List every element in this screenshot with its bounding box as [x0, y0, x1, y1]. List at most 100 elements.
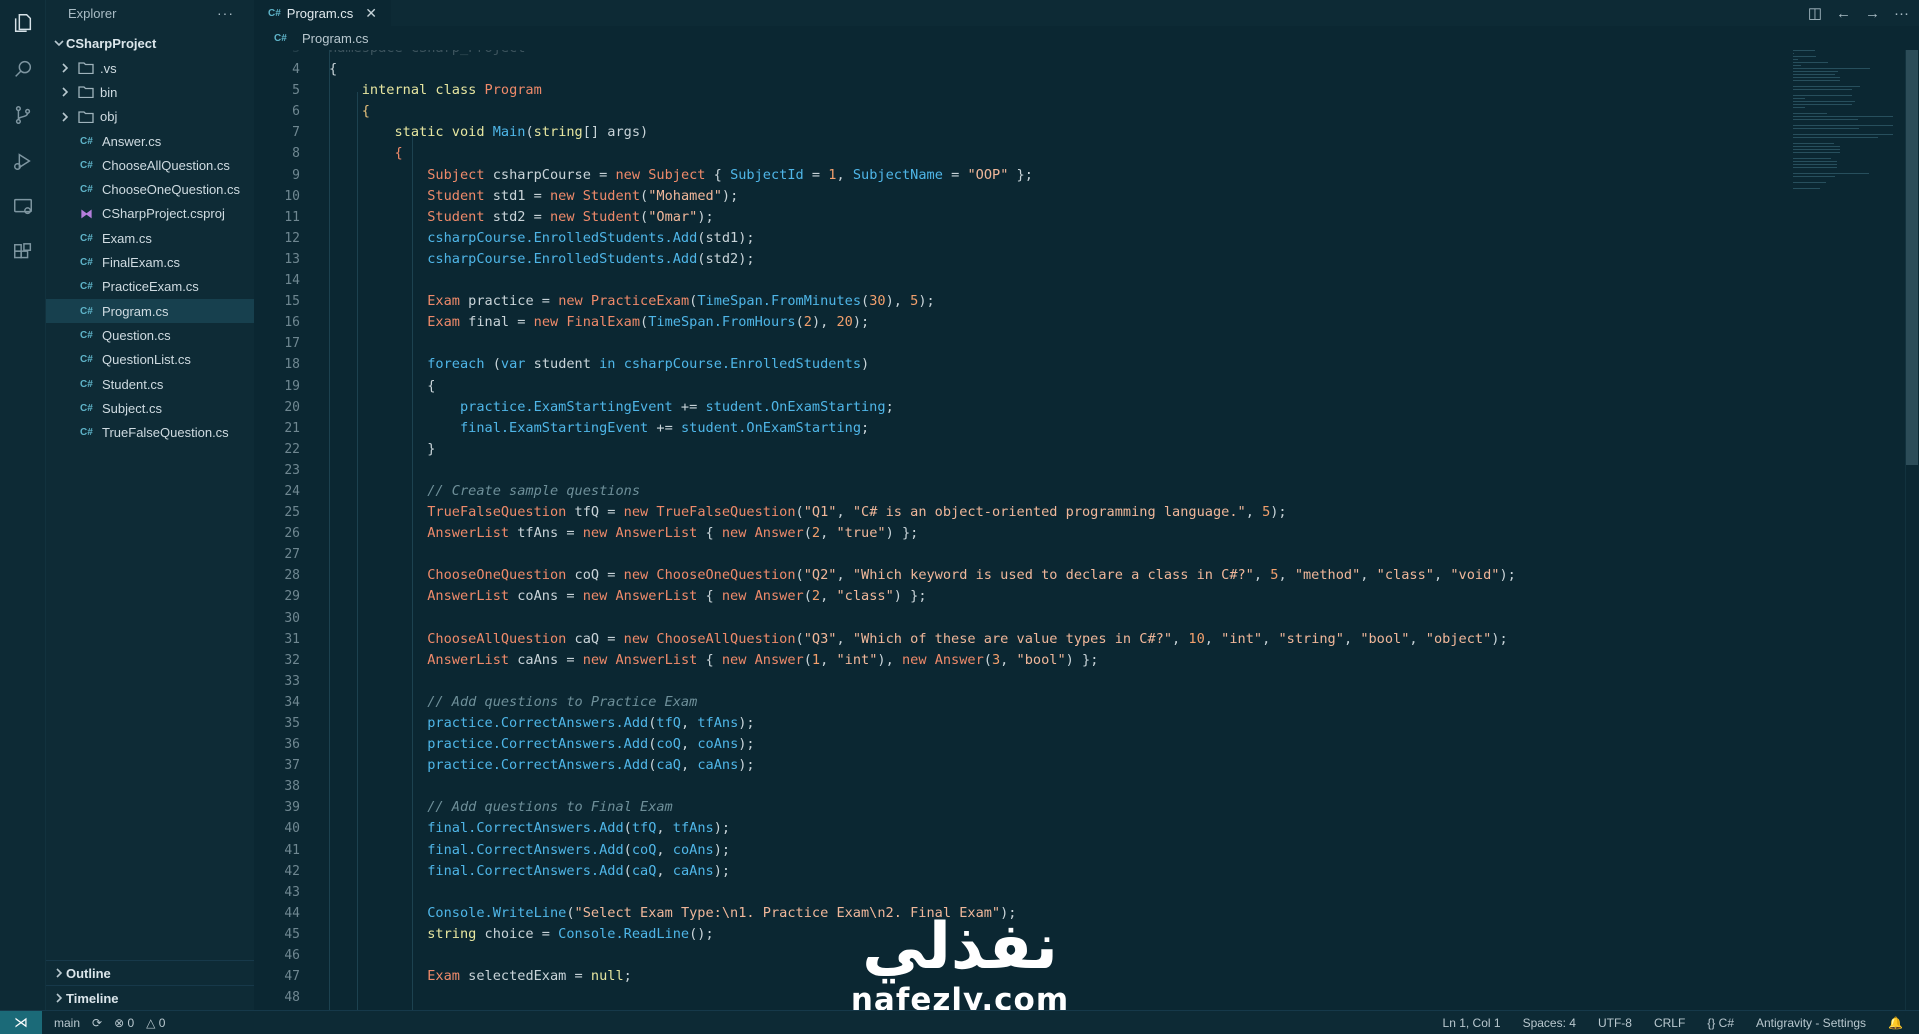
go-back-icon[interactable]: ←: [1836, 5, 1851, 22]
folder-item[interactable]: .vs: [46, 56, 254, 80]
code-line[interactable]: Exam practice = new PracticeExam (TimeSpa…: [329, 291, 1763, 312]
code-line[interactable]: [329, 460, 1763, 481]
file-item[interactable]: C# QuestionList.cs: [46, 348, 254, 372]
code-line[interactable]: [329, 544, 1763, 565]
code-line[interactable]: Student std2 = new Student("Omar");: [329, 207, 1763, 228]
code-line[interactable]: [329, 776, 1763, 797]
code-line[interactable]: practice.CorrectAnswers.Add(tfQ, tfAns);: [329, 713, 1763, 734]
code-token: );: [713, 820, 731, 837]
file-item[interactable]: C# Student.cs: [46, 372, 254, 396]
folder-item[interactable]: obj: [46, 105, 254, 129]
code-line[interactable]: final.CorrectAnswers.Add(caQ, caAns);: [329, 861, 1763, 882]
scrollbar-thumb[interactable]: [1906, 50, 1918, 465]
code-line[interactable]: // Add questions to Final Exam: [329, 797, 1763, 818]
code-line[interactable]: [329, 671, 1763, 692]
code-line[interactable]: // Add questions to Practice Exam: [329, 692, 1763, 713]
code-line[interactable]: final.ExamStartingEvent += student.OnExa…: [329, 418, 1763, 439]
code-line[interactable]: }: [329, 439, 1763, 460]
code-line[interactable]: // Create sample questions: [329, 481, 1763, 502]
language-mode[interactable]: {} C#: [1707, 1016, 1734, 1030]
file-item[interactable]: C# ChooseAllQuestion.cs: [46, 153, 254, 177]
vertical-scrollbar[interactable]: [1905, 50, 1919, 1010]
extensions-icon[interactable]: [0, 230, 46, 276]
file-item[interactable]: C# PracticeExam.cs: [46, 275, 254, 299]
remote-indicator-icon[interactable]: ⋊: [0, 1010, 42, 1034]
explorer-icon[interactable]: [0, 0, 46, 46]
file-item[interactable]: C# ChooseOneQuestion.cs: [46, 177, 254, 201]
code-token: new Answer: [721, 651, 804, 668]
project-root[interactable]: CSharpProject: [46, 30, 254, 56]
code-line[interactable]: practice.ExamStartingEvent += student.On…: [329, 397, 1763, 418]
code-line[interactable]: TrueFalseQuestion tfQ = new TrueFalseQue…: [329, 502, 1763, 523]
code-line[interactable]: [329, 608, 1763, 629]
file-item[interactable]: C# Question.cs: [46, 323, 254, 347]
code-line[interactable]: internal class Program: [329, 80, 1763, 101]
minimap[interactable]: [1793, 50, 1903, 190]
code-line[interactable]: AnswerList coAns = new AnswerList { new …: [329, 586, 1763, 607]
code-line[interactable]: csharpCourse.EnrolledStudents.Add(std2);: [329, 249, 1763, 270]
folder-item[interactable]: bin: [46, 80, 254, 104]
code-content[interactable]: namespace CSharp_Project { internal class…: [329, 50, 1763, 1010]
code-line[interactable]: practice.CorrectAnswers.Add(caQ, caAns);: [329, 755, 1763, 776]
indentation[interactable]: Spaces: 4: [1523, 1016, 1576, 1030]
code-line[interactable]: [329, 882, 1763, 903]
code-line[interactable]: foreach (var student in csharpCourse.Enr…: [329, 354, 1763, 375]
more-actions-icon[interactable]: ···: [1894, 5, 1909, 22]
remote-explorer-icon[interactable]: [0, 184, 46, 230]
code-line[interactable]: practice.CorrectAnswers.Add(coQ, coAns);: [329, 734, 1763, 755]
tab-program-cs[interactable]: C# Program.cs ✕: [254, 0, 391, 26]
code-line[interactable]: [329, 987, 1763, 1008]
code-line[interactable]: Student std1 = new Student("Mohamed");: [329, 186, 1763, 207]
code-token: "C# is an object-oriented programming la…: [852, 504, 1246, 521]
git-branch[interactable]: main: [54, 1016, 80, 1030]
line-endings[interactable]: CRLF: [1654, 1016, 1685, 1030]
file-item[interactable]: C# Exam.cs: [46, 226, 254, 250]
file-item[interactable]: C# FinalExam.cs: [46, 250, 254, 274]
code-line[interactable]: {: [329, 101, 1763, 122]
code-line[interactable]: Exam final = new FinalExam(TimeSpan.From…: [329, 312, 1763, 333]
code-line[interactable]: AnswerList caAns = new AnswerList { new …: [329, 650, 1763, 671]
file-item[interactable]: ⧓ CSharpProject.csproj: [46, 202, 254, 226]
search-icon[interactable]: [0, 46, 46, 92]
code-line[interactable]: Exam selectedExam = null;: [329, 966, 1763, 987]
code-line[interactable]: [329, 945, 1763, 966]
run-debug-icon[interactable]: [0, 138, 46, 184]
code-line[interactable]: Console.WriteLine("Select Exam Type:\n1.…: [329, 903, 1763, 924]
timeline-section[interactable]: Timeline: [46, 985, 254, 1010]
bell-icon[interactable]: 🔔: [1888, 1016, 1903, 1030]
file-item[interactable]: C# Answer.cs: [46, 129, 254, 153]
code-line[interactable]: {: [329, 376, 1763, 397]
file-item[interactable]: C# Program.cs: [46, 298, 254, 324]
file-item[interactable]: C# Subject.cs: [46, 396, 254, 420]
source-control-icon[interactable]: [0, 92, 46, 138]
split-editor-icon[interactable]: ◫: [1808, 4, 1822, 22]
code-line[interactable]: csharpCourse.EnrolledStudents.Add(std1);: [329, 228, 1763, 249]
code-line[interactable]: static void Main(string[] args): [329, 122, 1763, 143]
code-token: ,: [680, 736, 698, 753]
code-line[interactable]: final.CorrectAnswers.Add(tfQ, tfAns);: [329, 818, 1763, 839]
code-editor[interactable]: 3456789101112131415161718192021222324252…: [254, 50, 1903, 1010]
settings-status[interactable]: Antigravity - Settings: [1756, 1016, 1866, 1030]
outline-section[interactable]: Outline: [46, 960, 254, 985]
go-forward-icon[interactable]: →: [1865, 5, 1880, 22]
encoding[interactable]: UTF-8: [1598, 1016, 1632, 1030]
code-line[interactable]: ChooseOneQuestion coQ = new ChooseOneQue…: [329, 565, 1763, 586]
errors-count[interactable]: ⊗ 0: [114, 1016, 134, 1030]
code-line[interactable]: {: [329, 59, 1763, 80]
file-item[interactable]: C# TrueFalseQuestion.cs: [46, 420, 254, 444]
sync-icon[interactable]: ⟳: [92, 1016, 102, 1030]
code-line[interactable]: [329, 270, 1763, 291]
code-line[interactable]: {: [329, 143, 1763, 164]
cursor-position[interactable]: Ln 1, Col 1: [1443, 1016, 1501, 1030]
code-line[interactable]: namespace CSharp_Project: [329, 50, 1763, 59]
code-line[interactable]: Subject csharpCourse = new Subject { Sub…: [329, 165, 1763, 186]
code-line[interactable]: final.CorrectAnswers.Add(coQ, coAns);: [329, 840, 1763, 861]
code-line[interactable]: ChooseAllQuestion caQ = new ChooseAllQue…: [329, 629, 1763, 650]
close-icon[interactable]: ✕: [365, 5, 377, 22]
breadcrumb-file[interactable]: Program.cs: [302, 31, 368, 46]
more-actions-icon[interactable]: ···: [217, 5, 234, 21]
warnings-count[interactable]: △ 0: [146, 1016, 165, 1030]
code-line[interactable]: AnswerList tfAns = new AnswerList { new …: [329, 523, 1763, 544]
code-line[interactable]: [329, 333, 1763, 354]
code-line[interactable]: string choice = Console.ReadLine();: [329, 924, 1763, 945]
